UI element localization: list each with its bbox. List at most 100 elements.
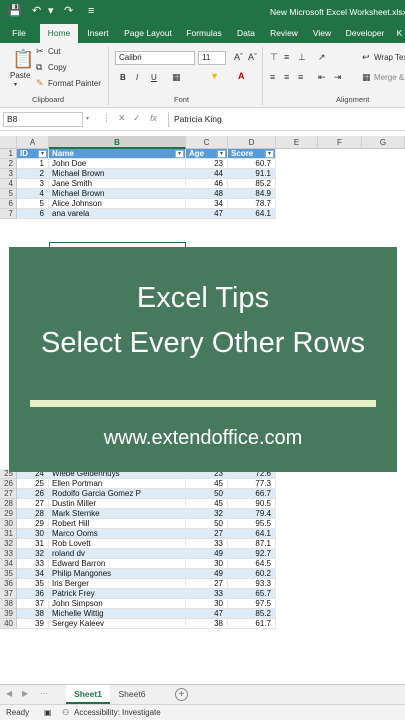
row-number[interactable]: 33: [0, 549, 17, 559]
cell-age[interactable]: 45: [186, 499, 228, 509]
column-header-f[interactable]: F: [318, 136, 362, 149]
paste-icon[interactable]: 📋: [12, 49, 34, 70]
cell-age[interactable]: 48: [186, 189, 228, 199]
row-number[interactable]: 40: [0, 619, 17, 629]
tab-insert[interactable]: Insert: [82, 24, 114, 43]
row-number[interactable]: 27: [0, 489, 17, 499]
column-header-e[interactable]: E: [276, 136, 318, 149]
save-icon[interactable]: 💾: [8, 4, 22, 18]
align-right-icon[interactable]: ≡: [298, 72, 303, 82]
column-header-c[interactable]: C: [186, 136, 228, 149]
cell-id[interactable]: 6: [17, 209, 49, 219]
cell-id[interactable]: 37: [17, 599, 49, 609]
cell-id[interactable]: 34: [17, 569, 49, 579]
cell-age[interactable]: 50: [186, 489, 228, 499]
cell-age[interactable]: 47: [186, 209, 228, 219]
cell-name[interactable]: Patrick Frey: [49, 589, 186, 599]
cell-id[interactable]: 33: [17, 559, 49, 569]
cell-score[interactable]: 95.5: [228, 519, 276, 529]
tab-formulas[interactable]: Formulas: [182, 24, 226, 43]
cell-age[interactable]: 23: [186, 159, 228, 169]
cell-name[interactable]: Ellen Portman: [49, 479, 186, 489]
cell-id[interactable]: 25: [17, 479, 49, 489]
cell-name[interactable]: Marco Ooms: [49, 529, 186, 539]
column-header-d[interactable]: D: [228, 136, 276, 149]
cell-age[interactable]: 27: [186, 579, 228, 589]
filter-dropdown-icon[interactable]: ▾: [175, 150, 184, 158]
cell-age[interactable]: 32: [186, 509, 228, 519]
row-number[interactable]: 32: [0, 539, 17, 549]
font-name-box[interactable]: Calibri: [115, 51, 195, 65]
cell-id[interactable]: 36: [17, 589, 49, 599]
filter-dropdown-icon[interactable]: ▾: [38, 150, 47, 158]
cell-score[interactable]: 64.1: [228, 209, 276, 219]
row-number[interactable]: 35: [0, 569, 17, 579]
cut-button[interactable]: Cut: [48, 47, 60, 56]
cell-age[interactable]: 33: [186, 589, 228, 599]
tab-view[interactable]: View: [308, 24, 336, 43]
row-number[interactable]: 34: [0, 559, 17, 569]
cell-score[interactable]: 97.5: [228, 599, 276, 609]
cell-name[interactable]: Dustin Miller: [49, 499, 186, 509]
undo-dropdown-icon[interactable]: ▾: [48, 4, 54, 18]
cell-name[interactable]: Jane Smith: [49, 179, 186, 189]
column-header-g[interactable]: G: [362, 136, 405, 149]
wrap-text-icon[interactable]: ↩: [362, 52, 370, 63]
cell-score[interactable]: 85.2: [228, 179, 276, 189]
bold-button[interactable]: B: [120, 73, 126, 82]
cell-id[interactable]: 30: [17, 529, 49, 539]
header-name[interactable]: Name ▾: [49, 149, 186, 159]
cell-name[interactable]: Philip Mangones: [49, 569, 186, 579]
redo-icon[interactable]: ↷: [64, 4, 73, 18]
cell-name[interactable]: Rodolfo Garcia Gomez P: [49, 489, 186, 499]
cell-score[interactable]: 65.7: [228, 589, 276, 599]
merge-center-button[interactable]: Merge &: [374, 73, 404, 82]
increase-font-icon[interactable]: Aˆ: [234, 52, 243, 62]
cell-score[interactable]: 79.4: [228, 509, 276, 519]
cell-name[interactable]: Mark Sternke: [49, 509, 186, 519]
cell-score[interactable]: 60.7: [228, 159, 276, 169]
cell-score[interactable]: 93.3: [228, 579, 276, 589]
formula-input[interactable]: Patricia King: [168, 112, 405, 127]
cell-age[interactable]: 47: [186, 609, 228, 619]
cancel-icon[interactable]: ✕: [118, 113, 126, 124]
tab-review[interactable]: Review: [266, 24, 302, 43]
row-number[interactable]: 39: [0, 609, 17, 619]
cell-score[interactable]: 85.2: [228, 609, 276, 619]
row-number[interactable]: 7: [0, 209, 17, 219]
cell-age[interactable]: 27: [186, 529, 228, 539]
insert-function-icon[interactable]: fx: [150, 113, 157, 123]
cell-id[interactable]: 4: [17, 189, 49, 199]
header-age[interactable]: Age ▾: [186, 149, 228, 159]
cell-age[interactable]: 49: [186, 569, 228, 579]
row-number[interactable]: 4: [0, 179, 17, 189]
tab-k[interactable]: K: [394, 24, 405, 43]
format-painter-button[interactable]: Format Painter: [48, 79, 101, 88]
cell-score[interactable]: 91.1: [228, 169, 276, 179]
cell-name[interactable]: Michael Brown: [49, 189, 186, 199]
tab-page-layout[interactable]: Page Layout: [120, 24, 176, 43]
cell-name[interactable]: John Simpson: [49, 599, 186, 609]
row-number[interactable]: 36: [0, 579, 17, 589]
cell-name[interactable]: Edward Barron: [49, 559, 186, 569]
sheet-tab-sheet1[interactable]: Sheet1: [66, 685, 110, 704]
paste-button[interactable]: Paste: [10, 71, 30, 80]
italic-button[interactable]: I: [136, 73, 138, 82]
column-header-b[interactable]: B: [49, 136, 186, 149]
cell-id[interactable]: 2: [17, 169, 49, 179]
row-number[interactable]: 29: [0, 509, 17, 519]
align-bottom-icon[interactable]: ⊥: [298, 52, 306, 63]
fill-color-icon[interactable]: ▼: [210, 71, 219, 81]
filter-dropdown-icon[interactable]: ▾: [217, 150, 226, 158]
tab-data[interactable]: Data: [232, 24, 260, 43]
cell-id[interactable]: 5: [17, 199, 49, 209]
font-color-icon[interactable]: A: [238, 71, 245, 81]
align-top-icon[interactable]: ⊤: [270, 52, 278, 63]
customize-toolbar-icon[interactable]: ≡: [88, 4, 94, 18]
row-number[interactable]: 37: [0, 589, 17, 599]
header-id[interactable]: ID ▾: [17, 149, 49, 159]
copy-icon[interactable]: ⧉: [36, 62, 42, 73]
copy-button[interactable]: Copy: [48, 63, 67, 72]
cell-age[interactable]: 38: [186, 619, 228, 629]
tab-home[interactable]: Home: [40, 24, 78, 43]
